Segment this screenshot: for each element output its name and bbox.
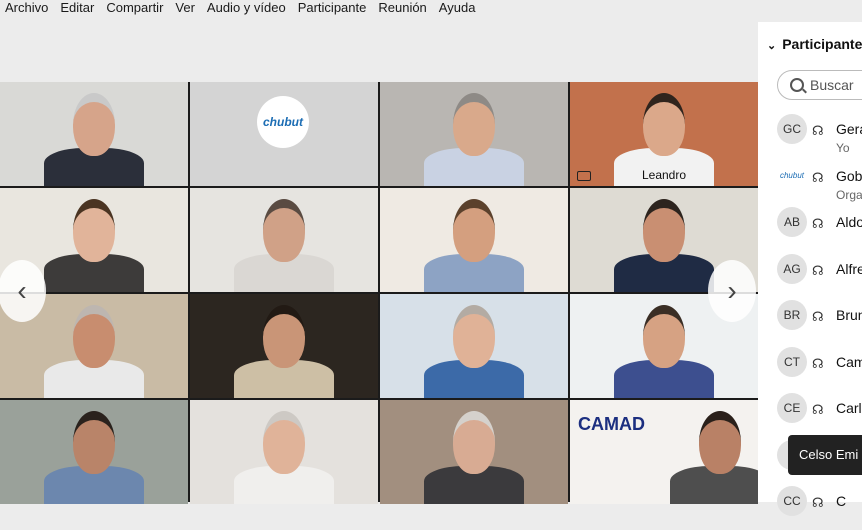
participant-video — [224, 408, 344, 504]
participant-video — [414, 196, 534, 292]
video-tile[interactable] — [380, 400, 568, 504]
avatar: GC — [777, 114, 807, 144]
audio-icon: ☊ — [812, 495, 824, 510]
audio-icon: ☊ — [812, 402, 824, 417]
chevron-down-icon: ⌄ — [767, 40, 777, 52]
participant-name: Cam — [836, 353, 862, 370]
participant-row[interactable]: BR ☊ Brun — [758, 300, 862, 344]
camad-banner: CAMAD — [578, 414, 645, 434]
video-tile[interactable]: chubut — [190, 82, 378, 186]
participant-name: Gob — [836, 167, 862, 184]
participant-row[interactable]: chubut ☊ Gob Orga — [758, 160, 862, 205]
video-tile[interactable] — [380, 82, 568, 186]
participant-name: Carl — [836, 400, 862, 416]
avatar: CE — [777, 393, 807, 423]
participant-video — [604, 196, 724, 292]
avatar: CC — [777, 486, 807, 516]
search-input[interactable]: Buscar — [777, 70, 862, 100]
video-tile[interactable] — [190, 188, 378, 292]
menu-item[interactable]: Ver — [169, 0, 201, 18]
menu-item[interactable]: Audio y vídeo — [201, 0, 292, 18]
video-tile[interactable]: Leandro — [570, 82, 758, 186]
participant-video — [224, 302, 344, 398]
participant-row[interactable]: AB ☊ Aldo — [758, 207, 862, 251]
chevron-left-icon: ‹ — [17, 275, 27, 306]
participant-name: C — [836, 493, 847, 509]
audio-icon: ☊ — [812, 355, 824, 371]
participants-panel: ⌄ Participante Buscar GC ☊ Gera Yo chubut ☊ Gob… — [758, 22, 862, 516]
audio-icon: ☊ — [812, 169, 824, 185]
participant-tooltip: Celso Emi — [788, 435, 862, 475]
camera-icon — [577, 171, 591, 181]
chubut-logo: chubut — [257, 96, 309, 148]
audio-icon: ☊ — [812, 309, 824, 324]
menu-item[interactable]: Participante — [292, 0, 373, 18]
participant-role: Yo — [836, 141, 850, 155]
participant-video — [414, 90, 534, 186]
avatar: CT — [777, 346, 807, 377]
participant-video — [34, 302, 154, 398]
avatar: AG — [777, 253, 807, 284]
video-grid: chubut Leandro CAMAD — [0, 82, 758, 504]
video-tile[interactable] — [380, 294, 568, 398]
avatar: AB — [777, 207, 807, 237]
video-tile[interactable] — [0, 82, 188, 186]
participant-row[interactable]: CC ☊ C — [758, 486, 862, 530]
participant-name: Brun — [836, 307, 862, 323]
participant-name: Aldo — [836, 214, 862, 230]
participant-role: Orga — [836, 187, 862, 202]
video-tile[interactable] — [0, 400, 188, 504]
tile-name-label: Leandro — [641, 168, 687, 182]
previous-page-button[interactable]: ‹ — [0, 260, 46, 322]
chevron-right-icon: › — [727, 275, 737, 306]
video-tile[interactable] — [190, 294, 378, 398]
video-tile[interactable] — [190, 400, 378, 504]
participants-title: Participante — [782, 36, 862, 52]
video-tile[interactable] — [380, 188, 568, 292]
video-tile[interactable]: CAMAD — [570, 400, 758, 504]
search-icon — [790, 78, 804, 92]
participant-video — [34, 408, 154, 504]
participant-row[interactable]: AG ☊ Alfre — [758, 253, 862, 298]
participant-row[interactable]: CT ☊ Cam — [758, 346, 862, 391]
avatar: chubut — [777, 160, 807, 191]
participant-row[interactable]: CE ☊ Carl — [758, 393, 862, 437]
audio-icon: ☊ — [812, 262, 824, 278]
participant-video — [414, 302, 534, 398]
participant-row[interactable]: GC ☊ Gera Yo — [758, 114, 862, 158]
participant-name: Gera — [836, 121, 862, 137]
participant-video — [604, 302, 724, 398]
next-page-button[interactable]: › — [708, 260, 756, 322]
menu-item[interactable]: Archivo — [0, 0, 54, 18]
participant-video — [660, 408, 758, 504]
menu-item[interactable]: Ayuda — [433, 0, 482, 18]
participant-video — [34, 196, 154, 292]
audio-icon: ☊ — [812, 216, 824, 231]
participant-video — [414, 408, 534, 504]
participants-panel-header[interactable]: ⌄ Participante — [767, 36, 862, 52]
menu-item[interactable]: Editar — [54, 0, 100, 18]
search-placeholder: Buscar — [810, 77, 854, 93]
menu-item[interactable]: Compartir — [100, 0, 169, 18]
audio-icon: ☊ — [812, 123, 824, 138]
participant-video — [34, 90, 154, 186]
avatar: BR — [777, 300, 807, 330]
menu-item[interactable]: Reunión — [372, 0, 432, 18]
participant-video — [224, 196, 344, 292]
participant-name: Alfre — [836, 260, 862, 277]
menu-bar: Archivo Editar Compartir Ver Audio y vídeo Pa… — [0, 0, 862, 18]
